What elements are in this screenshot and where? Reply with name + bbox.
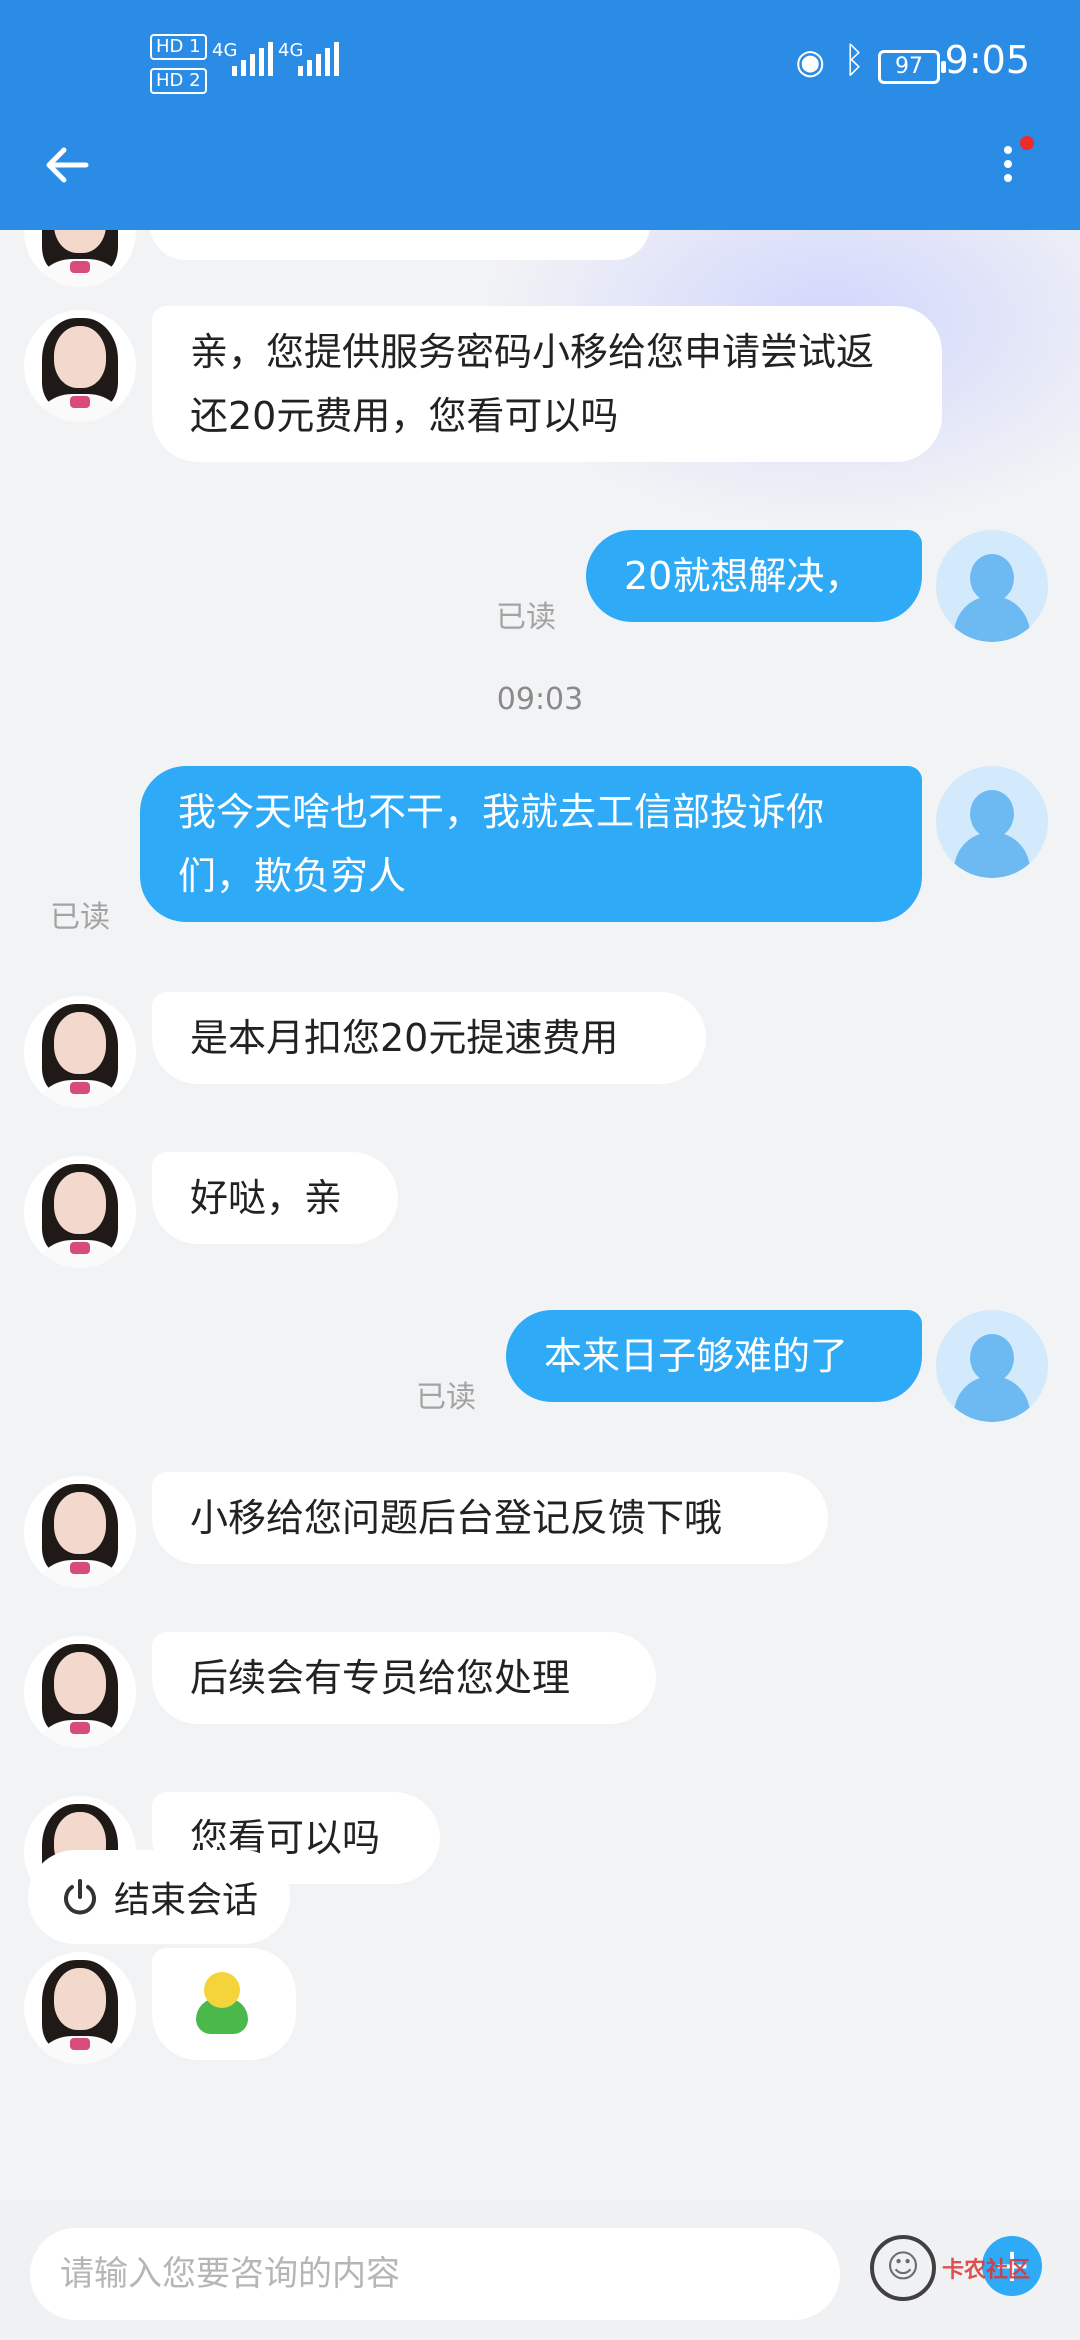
agent-avatar[interactable] xyxy=(24,310,136,422)
agent-avatar[interactable] xyxy=(24,1952,136,2064)
agent-avatar[interactable] xyxy=(24,1636,136,1748)
user-avatar[interactable] xyxy=(936,530,1048,642)
watermark: ☺ 卡农社区 xyxy=(870,2228,1060,2308)
agent-avatar[interactable] xyxy=(24,1476,136,1588)
message-bubble-user: 本来日子够难的了 xyxy=(506,1310,922,1402)
end-session-button[interactable]: 结束会话 xyxy=(28,1850,291,1944)
user-avatar[interactable] xyxy=(936,1310,1048,1422)
message-bubble-agent: 小移给您问题后台登记反馈下哦 xyxy=(152,1472,828,1564)
read-status: 已读 xyxy=(496,600,556,635)
agent-avatar[interactable] xyxy=(24,996,136,1108)
agent-avatar[interactable] xyxy=(24,230,136,287)
signal-icon xyxy=(232,42,273,76)
message-bubble-agent: 好哒，亲 xyxy=(152,1152,398,1244)
clock: 9:05 xyxy=(944,38,1030,82)
agent-avatar[interactable] xyxy=(24,1156,136,1268)
signal-icon xyxy=(298,42,339,76)
sim1-label: HD 1 xyxy=(150,34,207,60)
message-bubble-agent: 后续会有专员给您处理 xyxy=(152,1632,656,1724)
battery-icon: 97 xyxy=(878,50,946,84)
sim-indicators: HD 1 HD 2 xyxy=(150,34,213,94)
message-bubble-agent: 是本月扣您20元提速费用 xyxy=(152,992,706,1084)
eye-comfort-icon: ◉ xyxy=(795,42,825,82)
composer-bar: 请输入您要咨询的内容 + ☺ 卡农社区 xyxy=(0,2200,1080,2340)
more-menu-icon[interactable] xyxy=(988,136,1034,200)
message-bubble-user: 20就想解决， xyxy=(586,530,922,622)
user-avatar[interactable] xyxy=(936,766,1048,878)
back-arrow-icon[interactable] xyxy=(42,140,92,190)
top-bar: HD 1 HD 2 4G 4G ◉ ᛒ 97 9:05 xyxy=(0,0,1080,230)
status-bar: HD 1 HD 2 4G 4G ◉ ᛒ 97 9:05 xyxy=(0,0,1080,130)
duck-emoji-icon xyxy=(196,1972,248,2036)
notification-dot xyxy=(1020,136,1034,150)
end-session-label: 结束会话 xyxy=(114,1880,259,1921)
read-status: 已读 xyxy=(416,1380,476,1415)
message-bubble-agent: 亲，您提供服务密码小移给您申请尝试返还20元费用，您看可以吗 xyxy=(152,306,942,462)
watermark-logo-icon: ☺ xyxy=(870,2235,936,2301)
sim2-label: HD 2 xyxy=(150,68,207,94)
read-status: 已读 xyxy=(50,900,110,935)
power-icon xyxy=(64,1879,96,1915)
message-bubble-agent-partial xyxy=(150,230,650,260)
message-timestamp: 09:03 xyxy=(496,682,584,717)
bluetooth-icon: ᛒ xyxy=(843,40,865,81)
watermark-text: 卡农社区 xyxy=(942,2258,1031,2283)
message-bubble-user: 我今天啥也不干，我就去工信部投诉你们，欺负穷人 xyxy=(140,766,922,922)
message-input[interactable]: 请输入您要咨询的内容 xyxy=(30,2228,840,2320)
